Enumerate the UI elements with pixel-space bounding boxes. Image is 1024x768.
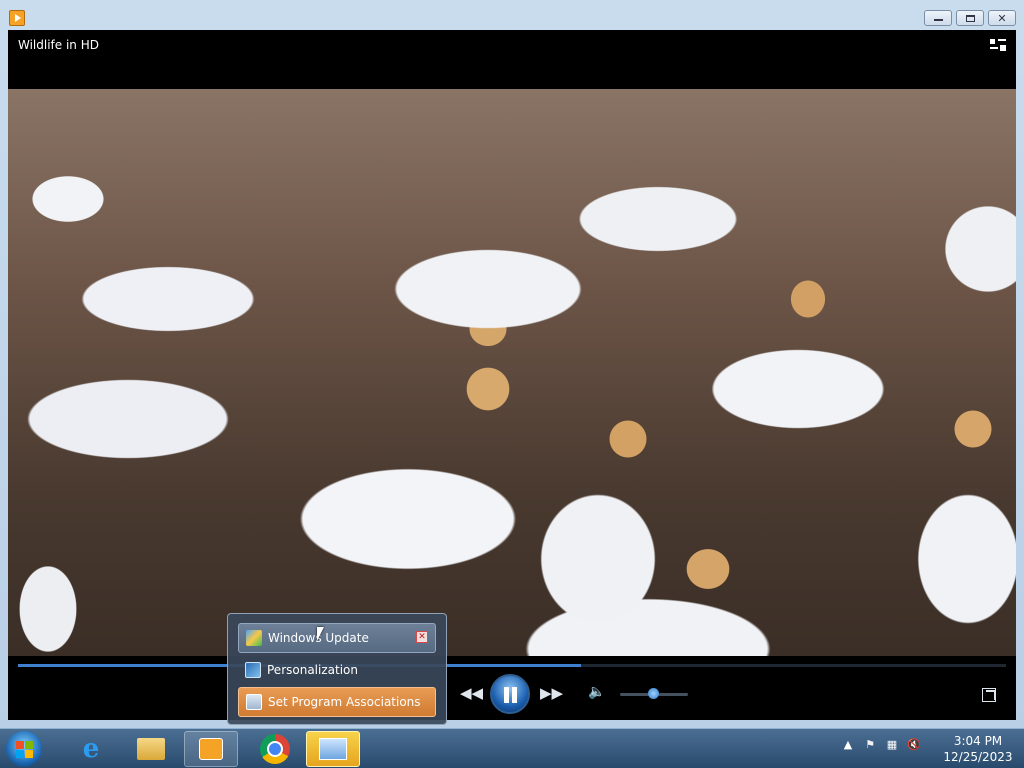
pause-button[interactable] [490, 674, 530, 714]
windows-update-icon [246, 630, 262, 646]
title-bar[interactable]: ✕ [0, 0, 1024, 30]
taskbar: e ▲ ⚑ ▦ 🔇 3:04 PM 12/25/2023 [0, 728, 1024, 768]
internet-explorer-icon: e [82, 734, 100, 764]
taskbar-file-explorer[interactable] [124, 731, 178, 767]
popup-item-personalization[interactable]: Personalization [238, 655, 436, 685]
file-explorer-icon [137, 738, 165, 760]
maximize-icon [965, 14, 975, 22]
close-icon: ✕ [997, 11, 1007, 25]
start-orb[interactable] [6, 731, 42, 767]
clock-time: 3:04 PM [953, 734, 1003, 748]
popup-item-label: Set Program Associations [268, 695, 421, 709]
player-area: Wildlife in HD ◀◀ ▶▶ 🔈 [8, 30, 1016, 720]
jump-list-popup: Windows Update ✕ Personalization Set Pro… [227, 613, 447, 725]
minimize-icon [933, 19, 943, 21]
popup-item-set-program-associations[interactable]: Set Program Associations [238, 687, 436, 717]
network-icon[interactable]: ▦ [884, 737, 900, 753]
media-title: Wildlife in HD [18, 38, 99, 52]
control-panel-icon [319, 738, 347, 760]
seek-bar[interactable] [18, 664, 1006, 667]
volume-slider-handle[interactable] [648, 688, 659, 699]
switch-to-library-icon[interactable] [990, 39, 1006, 53]
playback-controls: ◀◀ ▶▶ 🔈 [8, 672, 1016, 720]
volume-muted-icon[interactable]: 🔇 [906, 737, 922, 753]
taskbar-media-player[interactable] [184, 731, 238, 767]
rewind-icon[interactable]: ◀◀ [460, 684, 483, 702]
media-player-window: ✕ Wildlife in HD ◀◀ ▶▶ 🔈 [0, 0, 1024, 728]
fast-forward-icon[interactable]: ▶▶ [540, 684, 563, 702]
program-associations-icon [246, 694, 262, 710]
media-player-icon [199, 738, 223, 760]
mouse-cursor-icon [317, 627, 324, 641]
maximize-button[interactable] [956, 10, 984, 26]
taskbar-control-panel[interactable] [306, 731, 360, 767]
system-tray: ▲ ⚑ ▦ 🔇 [840, 737, 922, 753]
personalization-icon [245, 662, 261, 678]
system-clock[interactable]: 3:04 PM 12/25/2023 [940, 733, 1016, 765]
volume-icon[interactable]: 🔈 [588, 684, 605, 700]
close-button[interactable]: ✕ [988, 10, 1016, 26]
show-hidden-icons-icon[interactable]: ▲ [840, 737, 856, 753]
video-frame[interactable] [8, 89, 1016, 656]
popup-item-label: Personalization [267, 663, 358, 677]
minimize-button[interactable] [924, 10, 952, 26]
taskbar-chrome[interactable] [248, 731, 302, 767]
media-player-icon[interactable] [9, 10, 25, 26]
fullscreen-icon[interactable] [982, 688, 996, 702]
chrome-center-icon [267, 741, 283, 757]
clock-date: 12/25/2023 [943, 750, 1013, 764]
action-center-flag-icon[interactable]: ⚑ [862, 737, 878, 753]
taskbar-internet-explorer[interactable]: e [64, 731, 118, 767]
close-icon[interactable]: ✕ [416, 631, 428, 643]
popup-item-windows-update[interactable]: Windows Update ✕ [238, 623, 436, 653]
